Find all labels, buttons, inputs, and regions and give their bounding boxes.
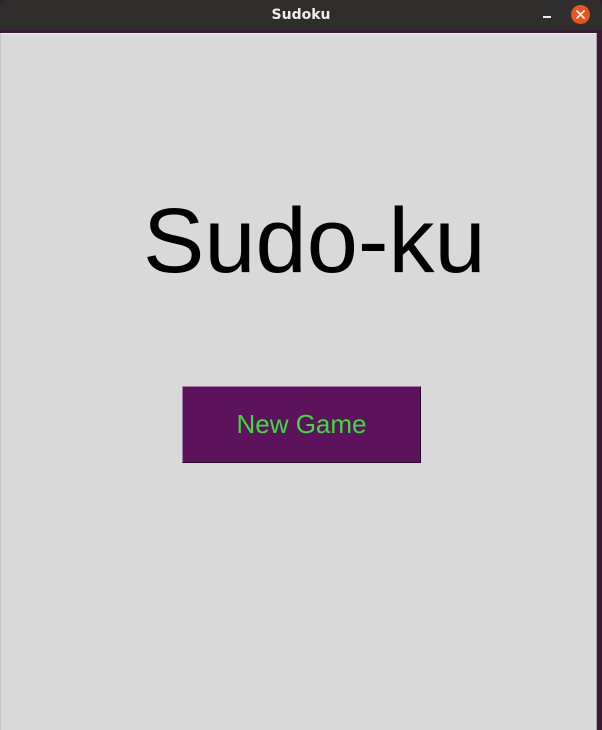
new-game-button[interactable]: New Game <box>182 386 421 463</box>
minimize-button[interactable] <box>536 5 558 25</box>
close-button[interactable] <box>571 5 590 24</box>
window-edge <box>596 33 602 730</box>
main-canvas <box>0 33 596 730</box>
window-title: Sudoku <box>271 7 331 23</box>
close-icon <box>576 10 585 19</box>
minimize-icon <box>543 16 551 18</box>
app-window: Sudoku Sudo-ku New Game <box>0 0 602 730</box>
game-title: Sudo-ku <box>143 190 486 292</box>
title-bar[interactable]: Sudoku <box>0 0 602 30</box>
